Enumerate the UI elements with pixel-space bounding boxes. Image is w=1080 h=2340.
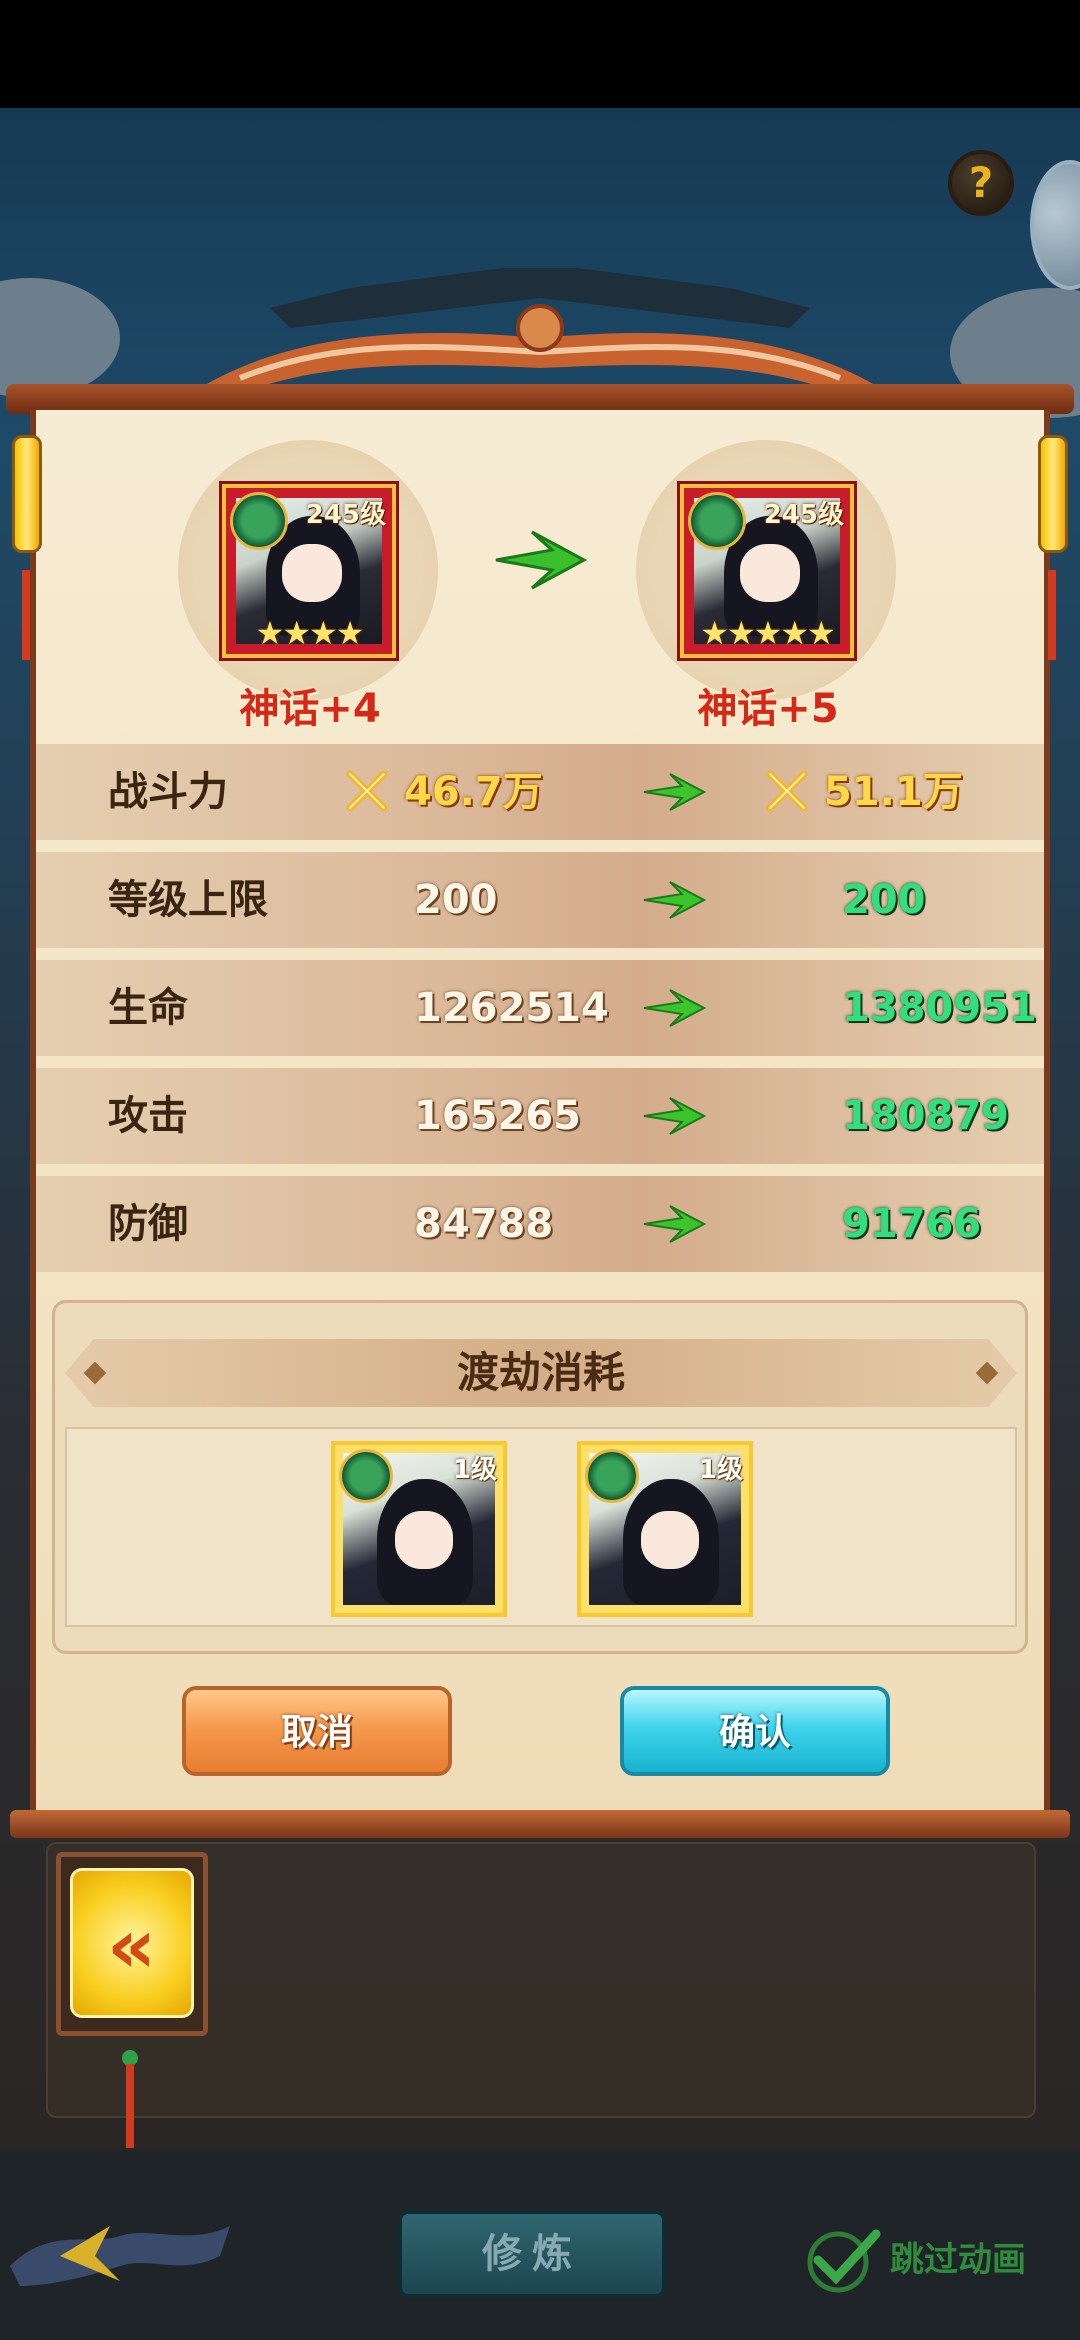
- green-arrow-icon: [643, 1205, 706, 1243]
- green-arrow-icon: [495, 530, 588, 590]
- checkmark-icon[interactable]: [802, 2224, 882, 2294]
- hero-face: [740, 544, 800, 602]
- stat-old-value: 1262514: [414, 985, 609, 1031]
- cost-header: 渡劫消耗: [65, 1339, 1017, 1407]
- green-arrow-icon: [643, 1097, 706, 1135]
- tribulation-cost-box: 渡劫消耗 1级 1级: [52, 1300, 1028, 1654]
- crossed-swords-icon: [346, 770, 388, 812]
- left-lantern: [12, 435, 42, 553]
- back-chevron-icon: «: [107, 1901, 157, 1990]
- faction-emblem-icon: [230, 492, 288, 550]
- cost-items-area: 1级 1级: [65, 1427, 1017, 1627]
- green-arrow-icon: [643, 773, 706, 811]
- hanging-rope: [126, 2064, 134, 2148]
- cost-hero-card[interactable]: 1级: [331, 1441, 507, 1617]
- stat-old-value: 46.7万: [404, 769, 543, 815]
- stat-old-value: 200: [414, 877, 498, 923]
- hero-after-card[interactable]: 245级 ★★★★★: [680, 484, 854, 658]
- help-button[interactable]: ?: [948, 150, 1014, 216]
- stat-label: 防御: [108, 1201, 188, 1247]
- right-tassel: [1048, 570, 1056, 660]
- hero-face: [641, 1511, 699, 1569]
- cost-title: 渡劫消耗: [456, 1348, 625, 1397]
- faction-emblem-icon: [585, 1449, 639, 1503]
- stat-label: 攻击: [108, 1093, 188, 1139]
- green-arrow-icon: [643, 989, 706, 1027]
- hero-before-card[interactable]: 245级 ★★★★: [222, 484, 396, 658]
- cloud: [0, 278, 120, 398]
- green-arrow-icon: [643, 881, 706, 919]
- stat-row-hp: 生命 1262514 1380951: [36, 960, 1044, 1056]
- skip-animation-label[interactable]: 跳过动画: [890, 2232, 1026, 2281]
- question-mark-icon: ?: [968, 158, 994, 207]
- stat-new-value: 1380951: [842, 985, 1037, 1031]
- faction-emblem-icon: [339, 1449, 393, 1503]
- stat-label: 等级上限: [108, 877, 268, 923]
- stat-row-attack: 攻击 165265 180879: [36, 1068, 1044, 1164]
- hero-level: 245级: [763, 500, 844, 530]
- stat-old-value: 84788: [414, 1201, 554, 1247]
- confirm-button[interactable]: 确认: [620, 1686, 890, 1776]
- cost-hero-card[interactable]: 1级: [577, 1441, 753, 1617]
- back-button[interactable]: «: [70, 1868, 194, 2018]
- hero-stars: ★★★★★: [700, 614, 835, 652]
- hero-face: [282, 544, 342, 602]
- left-tassel: [22, 570, 30, 660]
- scroll-bottom-rod: [10, 1810, 1070, 1838]
- stat-label: 战斗力: [108, 769, 228, 815]
- stat-old-value: 165265: [414, 1093, 581, 1139]
- hero-face: [395, 1511, 453, 1569]
- cultivate-button[interactable]: 修炼: [398, 2210, 666, 2298]
- faction-emblem-icon: [688, 492, 746, 550]
- stat-new-value: 180879: [842, 1093, 1009, 1139]
- hero-level: 245级: [305, 500, 386, 530]
- stat-new-value: 200: [842, 877, 926, 923]
- cancel-button[interactable]: 取消: [182, 1686, 452, 1776]
- stat-row-defense: 防御 84788 91766: [36, 1176, 1044, 1272]
- stat-row-power: 战斗力 46.7万 51.1万: [36, 744, 1044, 840]
- crossed-swords-icon: [766, 770, 808, 812]
- stat-label: 生命: [108, 985, 188, 1031]
- item-level: 1级: [698, 1455, 743, 1485]
- stat-row-level-cap: 等级上限 200 200: [36, 852, 1044, 948]
- item-level: 1级: [452, 1455, 497, 1485]
- stat-new-value: 91766: [842, 1201, 982, 1247]
- hero-after-rank: 神话+5: [697, 686, 839, 732]
- right-lantern: [1038, 435, 1068, 553]
- hero-before-rank: 神话+4: [239, 686, 381, 732]
- hero-stars: ★★★★: [255, 614, 365, 652]
- stat-new-value: 51.1万: [824, 769, 963, 815]
- dragon-decoration: [10, 2226, 230, 2286]
